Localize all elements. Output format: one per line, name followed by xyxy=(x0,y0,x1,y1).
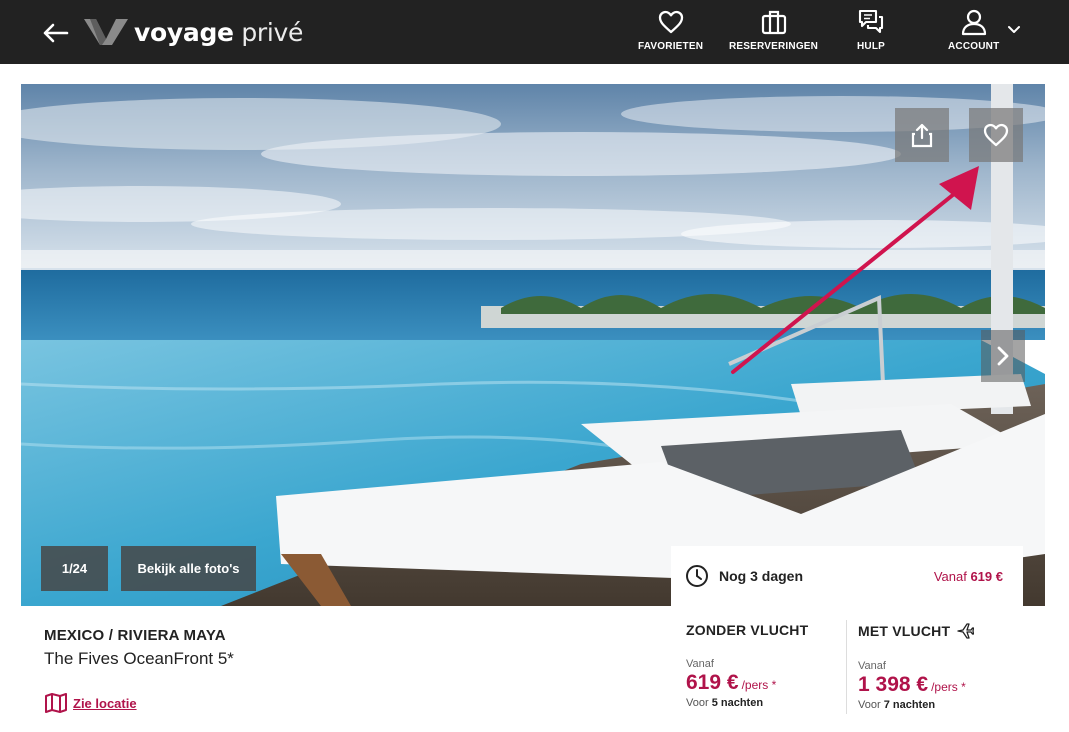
option-duration-prefix: Voor xyxy=(858,699,881,711)
nav-account[interactable]: ACCOUNT xyxy=(948,8,999,56)
option-price: 619 €/pers * xyxy=(686,671,846,695)
option-price-unit: /pers * xyxy=(741,678,777,692)
arrow-annotation xyxy=(731,166,979,374)
suitcase-icon xyxy=(761,10,786,35)
option-price-unit: /pers * xyxy=(931,680,966,694)
option-price-value: 1 398 € xyxy=(858,673,929,696)
brand-bold: voyage xyxy=(134,17,234,47)
clock-icon xyxy=(686,565,708,587)
option-price-value: 619 € xyxy=(686,671,739,694)
from-prefix: Vanaf xyxy=(933,568,967,584)
option-nights: 5 nachten xyxy=(711,697,764,709)
hero-gallery[interactable]: 1/24 Bekijk alle foto's xyxy=(21,84,1045,606)
back-arrow-icon[interactable] xyxy=(40,20,70,46)
from-price: Vanaf 619 € xyxy=(934,569,1003,584)
nav-hulp[interactable]: HULP xyxy=(857,8,885,56)
brand-light: privé xyxy=(241,17,304,47)
nav-reserveringen[interactable]: RESERVERINGEN xyxy=(729,8,818,56)
option-nights: 7 nachten xyxy=(883,699,936,711)
nav-label: ACCOUNT xyxy=(948,41,1000,52)
option-title: ZONDER VLUCHT xyxy=(686,622,846,638)
nav-label: RESERVERINGEN xyxy=(729,41,819,52)
option-title-text: MET VLUCHT xyxy=(858,623,951,639)
chevron-down-icon[interactable] xyxy=(1006,22,1022,38)
option-from-label: Vanaf xyxy=(686,658,714,670)
share-icon xyxy=(911,123,933,148)
option-from-label: Vanaf xyxy=(858,660,886,672)
offer-deadline-card: Nog 3 dagen Vanaf 619 € xyxy=(671,546,1023,606)
brand-name: voyage privé xyxy=(134,18,303,47)
option-with-flight[interactable]: MET VLUCHT Vanaf 1 398 €/pers * Voor 7 n… xyxy=(858,622,1018,711)
view-location-label: Zie locatie xyxy=(73,695,137,711)
option-without-flight[interactable]: ZONDER VLUCHT Vanaf 619 €/pers * Voor 5 … xyxy=(686,622,846,709)
option-title-text: ZONDER VLUCHT xyxy=(686,622,809,638)
next-photo-button[interactable] xyxy=(981,330,1025,382)
hotel-name: The Fives OceanFront 5* xyxy=(44,649,234,668)
nav-label: HULP xyxy=(857,41,886,52)
voyage-prive-logo[interactable]: voyage privé xyxy=(82,16,303,48)
destination-title: MEXICO / RIVIERA MAYA xyxy=(44,627,226,644)
heart-icon xyxy=(983,123,1009,147)
logo-mark-icon xyxy=(84,19,128,45)
option-price: 1 398 €/pers * xyxy=(858,673,1018,697)
top-navigation-bar: voyage privé FAVORIETEN RESERVERINGEN HU… xyxy=(0,0,1069,64)
days-remaining: Nog 3 dagen xyxy=(719,568,804,584)
option-title: MET VLUCHT xyxy=(858,622,1018,640)
airplane-icon xyxy=(957,623,975,639)
map-icon xyxy=(45,693,67,713)
option-duration-prefix: Voor xyxy=(686,697,709,709)
chat-icon xyxy=(858,9,884,34)
option-duration: Voor 7 nachten xyxy=(858,699,1018,711)
view-location-link[interactable]: Zie locatie xyxy=(44,692,137,714)
nav-favorieten[interactable]: FAVORIETEN xyxy=(638,8,703,56)
chevron-right-icon xyxy=(997,346,1009,366)
heart-icon xyxy=(658,10,683,34)
option-duration: Voor 5 nachten xyxy=(686,697,846,709)
options-divider xyxy=(846,620,847,714)
nav-label: FAVORIETEN xyxy=(638,41,704,52)
view-all-photos-button[interactable]: Bekijk alle foto's xyxy=(121,546,256,591)
from-price-value: 619 € xyxy=(970,568,1003,584)
user-icon xyxy=(961,9,986,36)
photo-counter: 1/24 xyxy=(41,546,108,591)
